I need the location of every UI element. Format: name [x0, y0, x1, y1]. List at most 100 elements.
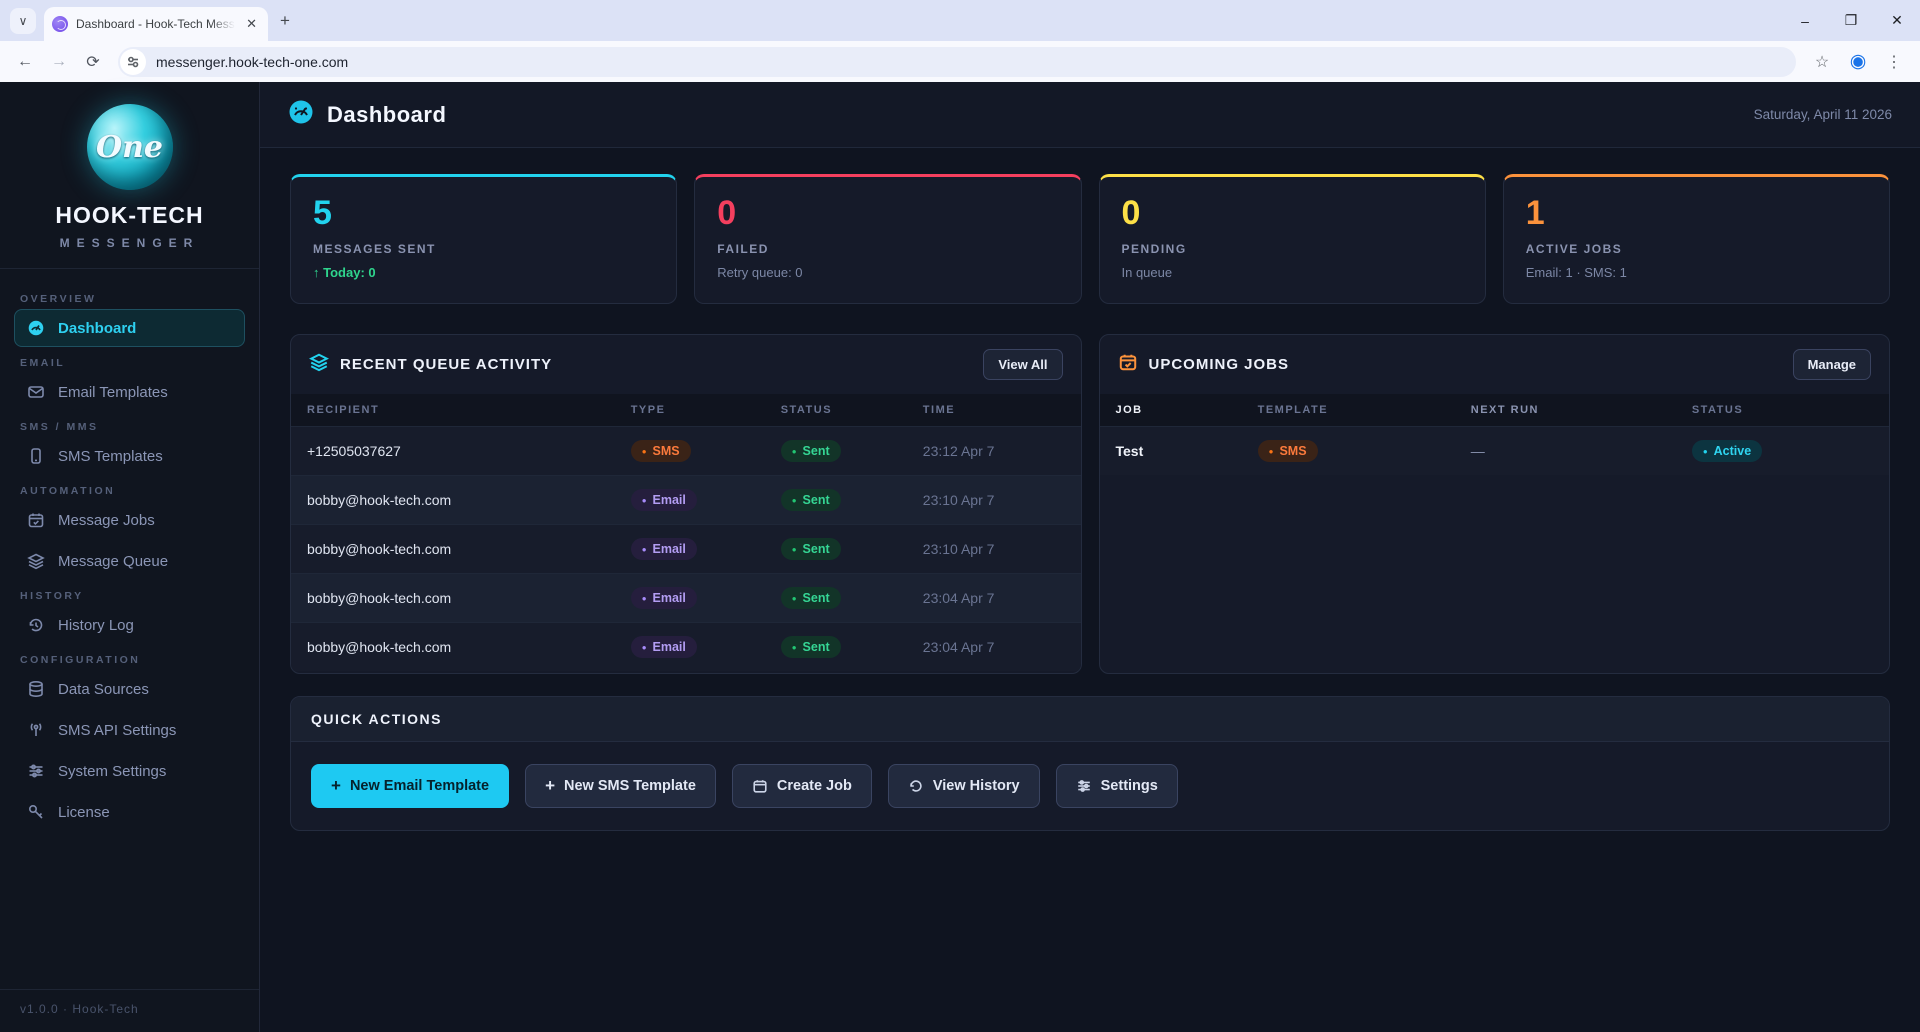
back-button[interactable]: ← — [10, 47, 40, 77]
reload-button[interactable]: ⟳ — [78, 47, 108, 77]
sliders-icon — [1076, 778, 1092, 794]
status-badge: Sent — [781, 636, 841, 658]
template-badge: SMS — [1258, 440, 1318, 462]
nav-section-configuration: CONFIGURATION — [14, 654, 245, 666]
key-icon — [27, 803, 45, 821]
sidebar-item-system-settings[interactable]: System Settings — [14, 752, 245, 790]
browser-toolbar: ← → ⟳ messenger.hook-tech-one.com ☆ ◉ ⋮ — [0, 41, 1920, 82]
window-close-button[interactable]: ✕ — [1874, 12, 1920, 29]
table-row[interactable]: bobby@hook-tech.com Email Sent 23:10 Apr… — [291, 476, 1081, 525]
window-controls: – ❐ ✕ — [1782, 0, 1920, 41]
site-info-button[interactable] — [120, 49, 146, 75]
new-tab-button[interactable]: + — [280, 11, 290, 31]
nav-section-overview: OVERVIEW — [14, 293, 245, 305]
stat-value: 5 — [313, 193, 654, 234]
plus-icon — [331, 776, 341, 796]
new-email-template-button[interactable]: New Email Template — [311, 764, 509, 808]
column-header: STATUS — [765, 394, 907, 427]
browser-tab[interactable]: Dashboard - Hook-Tech Messen ✕ — [44, 7, 268, 41]
table-row[interactable]: bobby@hook-tech.com Email Sent 23:04 Apr… — [291, 623, 1081, 672]
calendar-check-icon — [1118, 352, 1138, 377]
dashboard-content: 5 MESSAGES SENT Today: 0 0 FAILED Retry … — [260, 148, 1920, 857]
quick-actions-title: QUICK ACTIONS — [291, 697, 1889, 742]
url-bar[interactable]: messenger.hook-tech-one.com — [118, 47, 1796, 77]
recipient-cell: bobby@hook-tech.com — [291, 623, 615, 672]
view-all-button[interactable]: View All — [983, 349, 1062, 380]
next-run-cell: — — [1455, 427, 1676, 476]
stat-value: 1 — [1526, 193, 1867, 234]
status-badge: Sent — [781, 538, 841, 560]
sliders-icon — [27, 762, 45, 780]
time-cell: 23:04 Apr 7 — [907, 574, 1081, 623]
create-job-button[interactable]: Create Job — [732, 764, 872, 808]
window-restore-button[interactable]: ❐ — [1828, 12, 1874, 29]
stat-subtext: Today: 0 — [313, 265, 654, 280]
sidebar-item-message-jobs[interactable]: Message Jobs — [14, 501, 245, 539]
url-text: messenger.hook-tech-one.com — [156, 54, 348, 70]
column-header: STATUS — [1676, 394, 1889, 427]
tab-strip: ∨ Dashboard - Hook-Tech Messen ✕ + – ❐ ✕ — [0, 0, 1920, 41]
recipient-cell: bobby@hook-tech.com — [291, 476, 615, 525]
stat-subtext: Email: 1 · SMS: 1 — [1526, 265, 1867, 280]
column-header: TEMPLATE — [1242, 394, 1455, 427]
stat-card-pending: 0 PENDING In queue — [1099, 174, 1486, 304]
stat-subtext: Retry queue: 0 — [717, 265, 1058, 280]
type-badge: Email — [631, 587, 697, 609]
sidebar-item-label: SMS Templates — [58, 448, 163, 465]
sidebar-item-label: System Settings — [58, 763, 166, 780]
brand-subtitle: MESSENGER — [0, 236, 259, 250]
nav-section-history: HISTORY — [14, 590, 245, 602]
browser-menu-icon[interactable]: ⋮ — [1878, 47, 1910, 77]
sidebar-item-message-queue[interactable]: Message Queue — [14, 542, 245, 580]
stat-cards: 5 MESSAGES SENT Today: 0 0 FAILED Retry … — [290, 174, 1890, 304]
view-history-button[interactable]: View History — [888, 764, 1040, 808]
sidebar-item-email-templates[interactable]: Email Templates — [14, 373, 245, 411]
browser-chrome: ∨ Dashboard - Hook-Tech Messen ✕ + – ❐ ✕… — [0, 0, 1920, 82]
status-badge: Sent — [781, 587, 841, 609]
manage-button[interactable]: Manage — [1793, 349, 1871, 380]
forward-button[interactable]: → — [44, 47, 74, 77]
sidebar-item-label: SMS API Settings — [58, 722, 176, 739]
sidebar-item-label: Message Queue — [58, 553, 168, 570]
nav-section-email: EMAIL — [14, 357, 245, 369]
page-title: Dashboard — [327, 102, 446, 128]
sidebar-item-history-log[interactable]: History Log — [14, 606, 245, 644]
table-row[interactable]: +12505037627 SMS Sent 23:12 Apr 7 — [291, 427, 1081, 476]
recipient-cell: +12505037627 — [291, 427, 615, 476]
sidebar-item-data-sources[interactable]: Data Sources — [14, 670, 245, 708]
new-sms-template-button[interactable]: New SMS Template — [525, 764, 716, 808]
upcoming-jobs-panel: UPCOMING JOBS Manage JOB TEMPLATE NEXT R… — [1099, 334, 1891, 674]
calendar-icon — [752, 778, 768, 794]
logo-one-text: One — [96, 130, 163, 165]
stat-card-active-jobs: 1 ACTIVE JOBS Email: 1 · SMS: 1 — [1503, 174, 1890, 304]
stat-label: FAILED — [717, 242, 1058, 256]
bookmark-star-icon[interactable]: ☆ — [1806, 47, 1838, 77]
sidebar-item-license[interactable]: License — [14, 793, 245, 831]
sidebar-item-sms-api-settings[interactable]: SMS API Settings — [14, 711, 245, 749]
history-icon — [27, 616, 45, 634]
table-row[interactable]: Test SMS — Active — [1100, 427, 1890, 476]
status-badge: Active — [1692, 440, 1762, 462]
settings-button[interactable]: Settings — [1056, 764, 1178, 808]
layers-icon — [27, 552, 45, 570]
database-icon — [27, 680, 45, 698]
window-minimize-button[interactable]: – — [1782, 13, 1828, 29]
sidebar-item-sms-templates[interactable]: SMS Templates — [14, 437, 245, 475]
tab-close-icon[interactable]: ✕ — [243, 15, 260, 33]
sidebar-item-label: Email Templates — [58, 384, 168, 401]
tab-search-button[interactable]: ∨ — [10, 8, 36, 34]
sidebar-item-label: History Log — [58, 617, 134, 634]
logo-block: One HOOK-TECH MESSENGER — [0, 82, 259, 269]
sidebar-item-dashboard[interactable]: Dashboard — [14, 309, 245, 347]
history-icon — [908, 778, 924, 794]
phone-icon — [27, 447, 45, 465]
profile-avatar-icon[interactable]: ◉ — [1842, 47, 1874, 77]
column-header: NEXT RUN — [1455, 394, 1676, 427]
table-row[interactable]: bobby@hook-tech.com Email Sent 23:04 Apr… — [291, 574, 1081, 623]
table-row[interactable]: bobby@hook-tech.com Email Sent 23:10 Apr… — [291, 525, 1081, 574]
layers-icon — [309, 352, 329, 377]
type-badge: SMS — [631, 440, 691, 462]
sidebar-nav: OVERVIEW Dashboard EMAIL Email Templates — [0, 269, 259, 989]
queue-table: RECIPIENT TYPE STATUS TIME +12505037627 … — [291, 394, 1081, 671]
calendar-icon — [27, 511, 45, 529]
